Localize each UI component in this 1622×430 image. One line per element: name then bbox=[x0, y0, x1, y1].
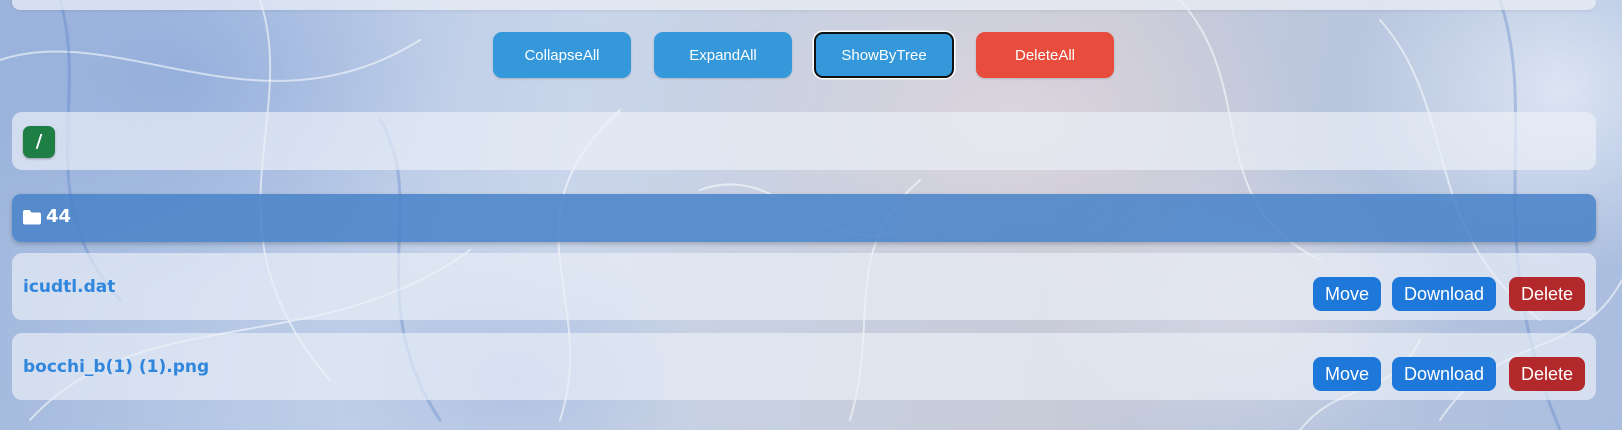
collapse-all-button[interactable]: CollapseAll bbox=[493, 32, 631, 78]
root-path-badge[interactable]: / bbox=[23, 126, 55, 158]
download-button[interactable]: Download bbox=[1392, 357, 1496, 391]
delete-button[interactable]: Delete bbox=[1509, 357, 1585, 391]
move-button[interactable]: Move bbox=[1313, 277, 1381, 311]
folder-header[interactable]: 44 bbox=[12, 194, 1596, 242]
folder-name: 44 bbox=[46, 206, 72, 227]
toolbar: CollapseAll ExpandAll ShowByTree DeleteA… bbox=[0, 32, 1622, 78]
download-button[interactable]: Download bbox=[1392, 277, 1496, 311]
file-row: icudtl.dat Move Download Delete bbox=[12, 253, 1596, 320]
path-breadcrumb: / bbox=[12, 112, 1596, 170]
file-name-link[interactable]: bocchi_b(1) (1).png bbox=[23, 357, 209, 377]
show-by-tree-button[interactable]: ShowByTree bbox=[814, 32, 954, 78]
file-name-link[interactable]: icudtl.dat bbox=[23, 277, 115, 297]
delete-all-button[interactable]: DeleteAll bbox=[976, 32, 1114, 78]
folder-icon bbox=[23, 210, 41, 225]
expand-all-button[interactable]: ExpandAll bbox=[654, 32, 792, 78]
top-panel-edge bbox=[12, 0, 1596, 10]
file-row: bocchi_b(1) (1).png Move Download Delete bbox=[12, 333, 1596, 400]
delete-button[interactable]: Delete bbox=[1509, 277, 1585, 311]
move-button[interactable]: Move bbox=[1313, 357, 1381, 391]
